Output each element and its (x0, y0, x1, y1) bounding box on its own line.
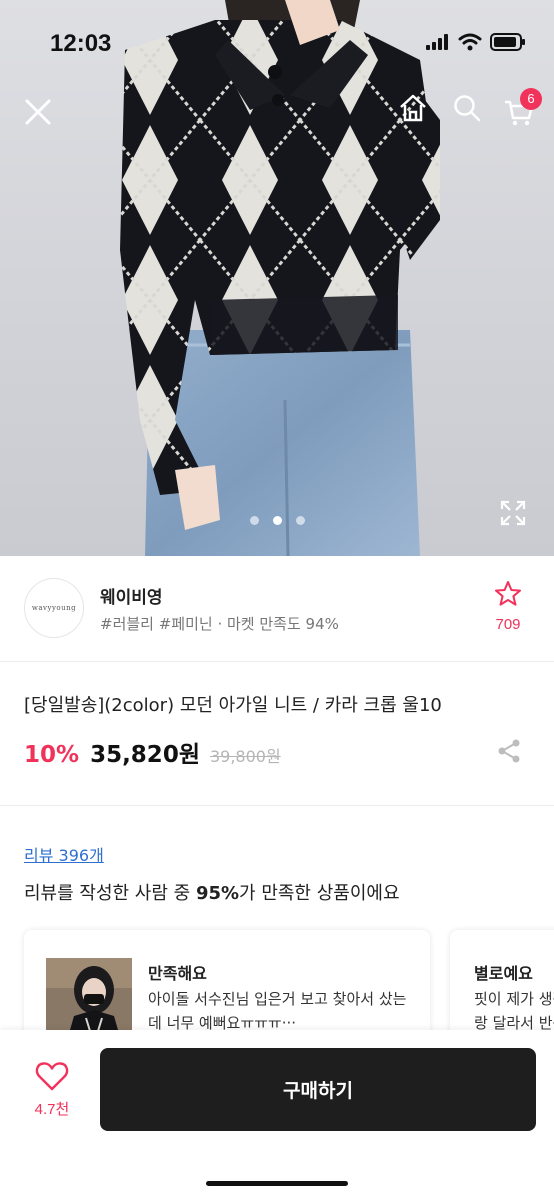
product-title: [당일발송](2color) 모던 아가일 니트 / 카라 크롭 울10 (24, 695, 442, 716)
close-icon (25, 99, 51, 125)
share-button[interactable] (495, 737, 523, 765)
like-count: 4.7천 (34, 1101, 70, 1118)
expand-icon (500, 500, 526, 526)
review-summary: 리뷰를 작성한 사람 중 95%가 만족한 상품이에요 (24, 879, 400, 905)
review-summary-suffix: 가 만족한 상품이에요 (239, 883, 400, 904)
expand-image-button[interactable] (498, 498, 528, 528)
wifi-icon (458, 33, 482, 51)
original-price: 39,800원 (209, 747, 281, 766)
cart-count-badge: 6 (520, 88, 542, 110)
bottom-action-bar: 4.7천 구매하기 (0, 1030, 554, 1200)
share-icon (498, 739, 520, 763)
close-button[interactable] (18, 92, 58, 132)
review-satisfaction-rate: 95% (195, 883, 240, 904)
search-button[interactable] (449, 90, 485, 126)
heart-icon (35, 1062, 69, 1091)
gallery-pagination (0, 516, 554, 525)
shop-tags: #러블리 #페미닌 · 마켓 만족도 94% (100, 615, 339, 633)
price-row: 10% 35,820원 39,800원 (24, 735, 281, 769)
cart-button[interactable]: 6 (502, 88, 542, 128)
shop-name[interactable]: 웨이비영 (100, 583, 163, 608)
favorite-shop-button[interactable]: 709 (486, 580, 530, 633)
review-rating: 만족해요 (148, 964, 207, 983)
home-button[interactable] (395, 90, 431, 126)
sale-price: 35,820원 (90, 742, 200, 768)
home-indicator (206, 1181, 348, 1186)
status-time: 12:03 (50, 30, 112, 57)
favorite-count: 709 (495, 616, 521, 633)
discount-rate: 10% (24, 742, 80, 768)
gallery-dot[interactable] (295, 516, 305, 525)
battery-icon (490, 33, 525, 51)
review-summary-prefix: 리뷰를 작성한 사람 중 (24, 883, 196, 904)
shop-info[interactable]: wavyyoung 웨이비영 #러블리 #페미닌 · 마켓 만족도 94% 70… (0, 556, 554, 662)
search-icon (454, 95, 481, 122)
status-icons (426, 33, 526, 51)
review-text: 아이돌 서수진님 입은거 보고 찾아서 샀는데 너무 예뻐요ㅠㅠㅠ··· (148, 990, 407, 1032)
gallery-dot-active[interactable] (272, 516, 282, 525)
review-count-link[interactable]: 리뷰 396개 (24, 842, 104, 866)
status-bar: 12:03 (0, 0, 554, 90)
signal-icon (426, 34, 448, 50)
product-image-gallery[interactable]: 12:03 6 (0, 0, 554, 556)
shop-logo-text: wavyyoung (31, 604, 77, 612)
buy-button[interactable]: 구매하기 (100, 1048, 536, 1131)
star-icon (495, 581, 521, 606)
review-rating: 별로예요 (474, 964, 533, 983)
shop-logo[interactable]: wavyyoung (24, 578, 84, 638)
product-info: [당일발송](2color) 모던 아가일 니트 / 카라 크롭 울10 10%… (0, 663, 554, 806)
like-button[interactable]: 4.7천 (24, 1060, 80, 1119)
home-icon (400, 94, 426, 122)
gallery-dot[interactable] (249, 516, 259, 525)
